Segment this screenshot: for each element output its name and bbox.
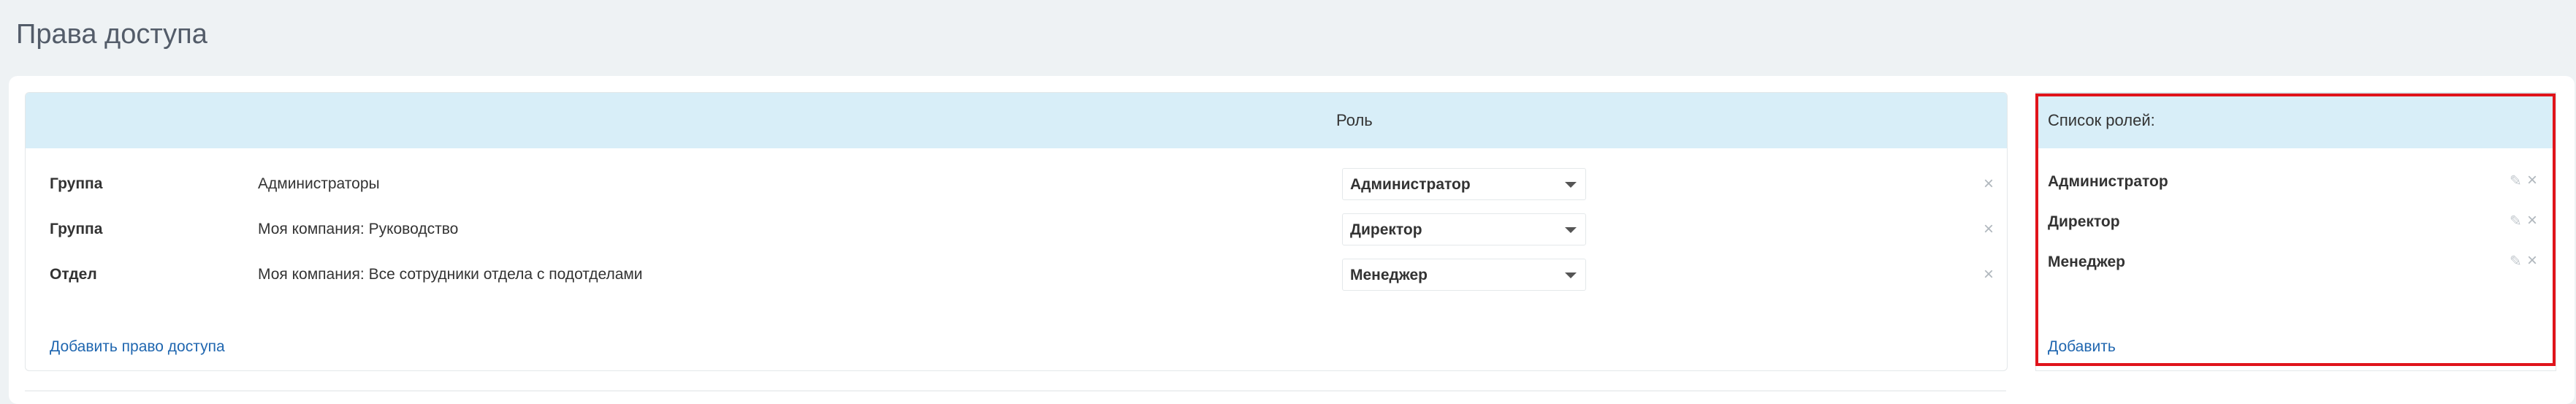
roles-title: Список ролей: [2048, 111, 2155, 129]
pencil-icon[interactable]: ✎ [2510, 252, 2522, 270]
role-item: Администратор ✎ × [2036, 167, 2556, 197]
access-subject: Моя компания: Руководство [258, 221, 459, 237]
pencil-icon[interactable]: ✎ [2510, 172, 2522, 190]
role-select[interactable]: Администратор [1342, 168, 1586, 200]
access-row: Группа Администраторы Администратор × [26, 167, 2007, 203]
close-icon[interactable]: × [1984, 174, 1994, 194]
add-access-right-link[interactable]: Добавить право доступа [50, 338, 225, 356]
chevron-down-icon [1565, 272, 1577, 278]
role-item: Менеджер ✎ × [2036, 248, 2556, 277]
access-subject: Моя компания: Все сотрудники отдела с по… [258, 266, 643, 283]
roles-list-panel: Список ролей: Администратор ✎ × Директор… [2035, 92, 2556, 371]
chevron-down-icon [1565, 182, 1577, 188]
close-icon[interactable]: × [1984, 219, 1994, 240]
add-role-link[interactable]: Добавить [2048, 338, 2116, 356]
table-header: Роль [26, 93, 2007, 148]
access-subject: Администраторы [258, 175, 380, 192]
role-select[interactable]: Директор [1342, 213, 1586, 245]
access-type: Отдел [50, 266, 97, 283]
close-icon[interactable]: × [2527, 210, 2537, 231]
divider [25, 390, 2006, 392]
pencil-icon[interactable]: ✎ [2510, 212, 2522, 230]
role-select-value: Менеджер [1350, 267, 1428, 283]
close-icon[interactable]: × [2527, 251, 2537, 271]
access-type: Группа [50, 175, 103, 192]
role-select[interactable]: Менеджер [1342, 259, 1586, 291]
role-label: Администратор [2048, 173, 2168, 190]
role-label: Директор [2048, 213, 2120, 230]
access-row: Отдел Моя компания: Все сотрудники отдел… [26, 257, 2007, 294]
chevron-down-icon [1565, 227, 1577, 233]
role-select-value: Администратор [1350, 176, 1471, 193]
content-panel: Роль Группа Администраторы Администратор… [9, 76, 2575, 404]
access-rights-table: Роль Группа Администраторы Администратор… [25, 92, 2008, 371]
role-label: Менеджер [2048, 254, 2125, 270]
access-row: Группа Моя компания: Руководство Директо… [26, 212, 2007, 248]
page-title: Права доступа [16, 19, 207, 50]
role-select-value: Директор [1350, 221, 1422, 238]
roles-header: Список ролей: [2036, 93, 2556, 148]
role-column-header: Роль [1336, 111, 1373, 129]
close-icon[interactable]: × [2527, 170, 2537, 191]
close-icon[interactable]: × [1984, 264, 1994, 285]
role-item: Директор ✎ × [2036, 207, 2556, 237]
access-type: Группа [50, 221, 103, 237]
